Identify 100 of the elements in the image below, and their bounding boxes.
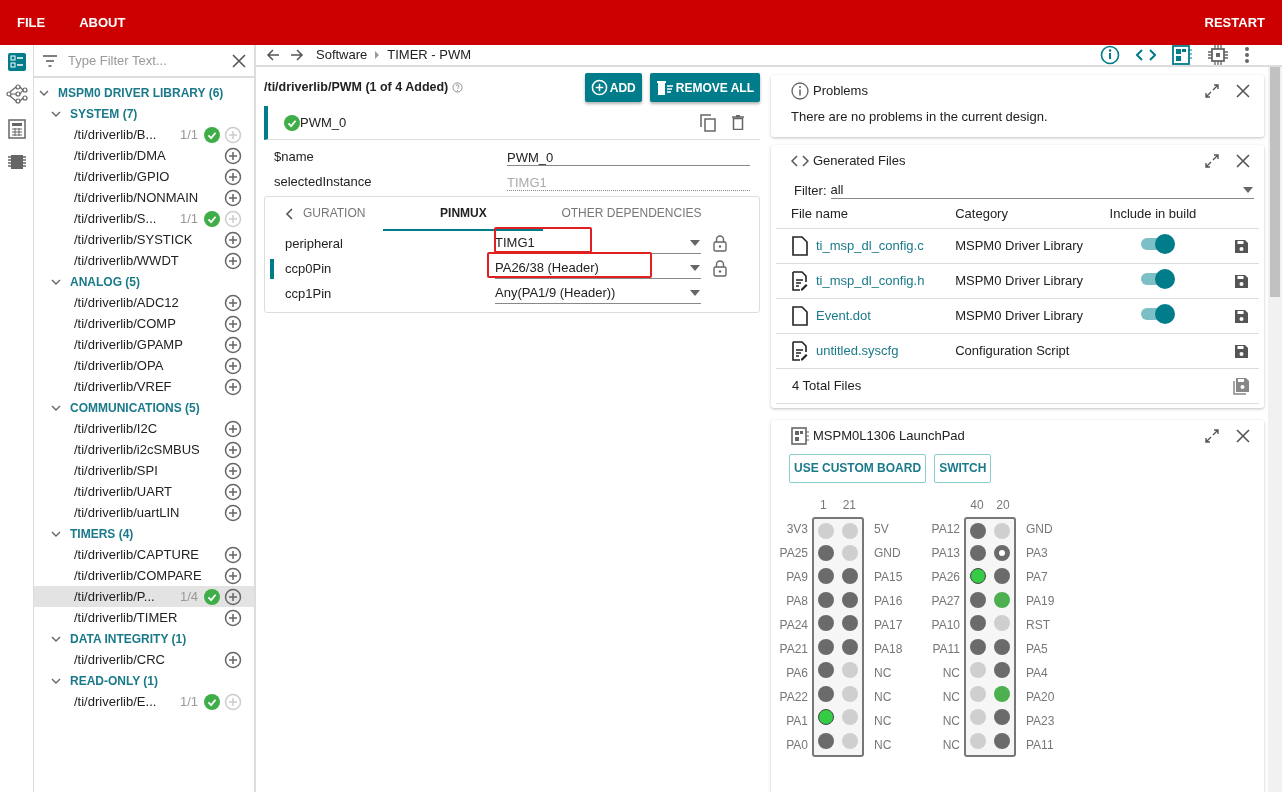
outline-button[interactable]: USE CUSTOM BOARD — [789, 453, 927, 483]
pin-dot[interactable] — [970, 662, 986, 679]
more-options-icon[interactable] — [1244, 46, 1250, 64]
tab[interactable]: GURATION — [295, 197, 384, 231]
tree-item[interactable]: /ti/driverlib/P... 1/4 — [34, 586, 254, 607]
tree-item[interactable]: /ti/driverlib/OPA — [34, 355, 254, 376]
tree-item[interactable]: /ti/driverlib/CRC — [34, 649, 254, 670]
list-view-icon[interactable] — [7, 53, 26, 71]
pin-dot[interactable] — [842, 709, 858, 726]
breadcrumb-item[interactable]: Software — [316, 45, 368, 65]
tree-group[interactable]: MSPM0 DRIVER LIBRARY (6) — [58, 83, 224, 102]
pin-dot[interactable] — [818, 709, 834, 726]
add-icon[interactable] — [224, 587, 242, 606]
add-icon[interactable] — [224, 314, 242, 333]
pin-dot[interactable] — [994, 732, 1010, 749]
scrollbar[interactable] — [1268, 67, 1282, 792]
menu-item[interactable]: ABOUT — [62, 0, 143, 45]
remove-all-button[interactable]: REMOVE ALL — [649, 73, 760, 102]
board-icon[interactable] — [1172, 45, 1192, 65]
save-icon[interactable] — [1234, 273, 1249, 289]
add-icon[interactable] — [224, 650, 242, 669]
dropdown-caret-icon[interactable] — [1242, 185, 1254, 194]
add-icon[interactable] — [224, 419, 242, 438]
tree-group[interactable]: COMMUNICATIONS (5) — [70, 398, 200, 417]
pin-dot[interactable] — [970, 709, 986, 726]
pin-dot[interactable] — [994, 662, 1010, 679]
text-field[interactable]: PWM_0 — [507, 147, 750, 166]
save-all-icon[interactable] — [1233, 377, 1251, 396]
file-link[interactable]: ti_msp_dl_config.c — [816, 235, 924, 256]
tree-item[interactable]: /ti/driverlib/i2cSMBUS — [34, 439, 254, 460]
tree-diagram-icon[interactable] — [5, 83, 28, 105]
add-icon[interactable] — [224, 188, 242, 207]
add-icon[interactable] — [224, 545, 242, 564]
menu-item[interactable]: FILE — [0, 0, 63, 45]
save-icon[interactable] — [1234, 343, 1249, 359]
pin-dot[interactable] — [970, 615, 986, 632]
tree-item[interactable]: /ti/driverlib/GPAMP — [34, 334, 254, 355]
tree-group[interactable]: SYSTEM (7) — [70, 104, 138, 123]
tree-item[interactable]: /ti/driverlib/NONMAIN — [34, 187, 254, 208]
expand-icon[interactable] — [1204, 152, 1220, 169]
outline-button[interactable]: SWITCH — [934, 453, 992, 483]
pin-dot[interactable] — [818, 615, 834, 632]
dropdown-caret-icon[interactable] — [689, 264, 701, 272]
pin-dot[interactable] — [842, 615, 858, 632]
chevron-left-icon[interactable] — [285, 208, 295, 220]
chip-icon[interactable] — [7, 153, 26, 171]
add-icon[interactable] — [224, 503, 242, 522]
pin-dot[interactable] — [970, 544, 986, 561]
pin-dot[interactable] — [994, 685, 1010, 702]
add-icon[interactable] — [224, 146, 242, 165]
pin-dot[interactable] — [970, 568, 986, 585]
pin-dot[interactable] — [842, 638, 858, 655]
pin-dot[interactable] — [842, 662, 858, 679]
pin-dot[interactable] — [994, 544, 1010, 561]
tab[interactable]: OTHER DEPENDENCIES — [543, 197, 720, 231]
tree-item[interactable]: /ti/driverlib/CAPTURE — [34, 544, 254, 565]
pin-dot[interactable] — [842, 568, 858, 585]
add-icon[interactable] — [224, 167, 242, 186]
add-icon[interactable] — [224, 377, 242, 396]
pin-dot[interactable] — [818, 662, 834, 679]
tree-item[interactable]: /ti/driverlib/WWDT — [34, 250, 254, 271]
tree-item[interactable]: /ti/driverlib/TIMER — [34, 607, 254, 628]
file-link[interactable]: ti_msp_dl_config.h — [816, 270, 925, 291]
dropdown-field[interactable]: PA26/38 (Header) — [495, 258, 701, 279]
pin-dot[interactable] — [994, 638, 1010, 655]
tree-item[interactable]: /ti/driverlib/ADC12 — [34, 292, 254, 313]
tree-item[interactable]: /ti/driverlib/DMA — [34, 145, 254, 166]
add-icon[interactable] — [224, 608, 242, 627]
add-icon[interactable] — [224, 293, 242, 312]
pin-dot[interactable] — [818, 732, 834, 749]
pin-dot[interactable] — [994, 709, 1010, 726]
pin-dot[interactable] — [994, 591, 1010, 608]
chip-icon[interactable] — [1208, 45, 1228, 65]
copy-icon[interactable] — [700, 113, 716, 132]
pin-dot[interactable] — [818, 544, 834, 561]
pin-dot[interactable] — [818, 685, 834, 702]
add-icon[interactable] — [224, 461, 242, 480]
close-icon[interactable] — [1236, 84, 1250, 98]
info-icon[interactable] — [1100, 45, 1120, 65]
tree-item[interactable]: /ti/driverlib/I2C — [34, 418, 254, 439]
pin-dot[interactable] — [994, 568, 1010, 585]
dropdown-caret-icon[interactable] — [689, 239, 701, 247]
code-icon[interactable] — [1136, 48, 1156, 62]
back-arrow-icon[interactable] — [266, 48, 280, 62]
tree-item[interactable]: /ti/driverlib/GPIO — [34, 166, 254, 187]
pin-dot[interactable] — [970, 591, 986, 608]
pin-dot[interactable] — [818, 591, 834, 608]
close-icon[interactable] — [1236, 153, 1250, 168]
pin-dot[interactable] — [842, 522, 858, 539]
forward-arrow-icon[interactable] — [290, 48, 304, 62]
close-icon[interactable] — [1236, 428, 1250, 443]
add-icon[interactable] — [224, 482, 242, 501]
breadcrumb-item[interactable]: TIMER - PWM — [387, 45, 472, 65]
pin-dot[interactable] — [970, 732, 986, 749]
pin-dot[interactable] — [842, 544, 858, 561]
pin-dot[interactable] — [970, 685, 986, 702]
delete-icon[interactable] — [732, 115, 744, 130]
pin-dot[interactable] — [970, 522, 986, 539]
tree-group[interactable]: ANALOG (5) — [70, 272, 140, 291]
filter-dropdown[interactable]: all — [830, 181, 1254, 200]
